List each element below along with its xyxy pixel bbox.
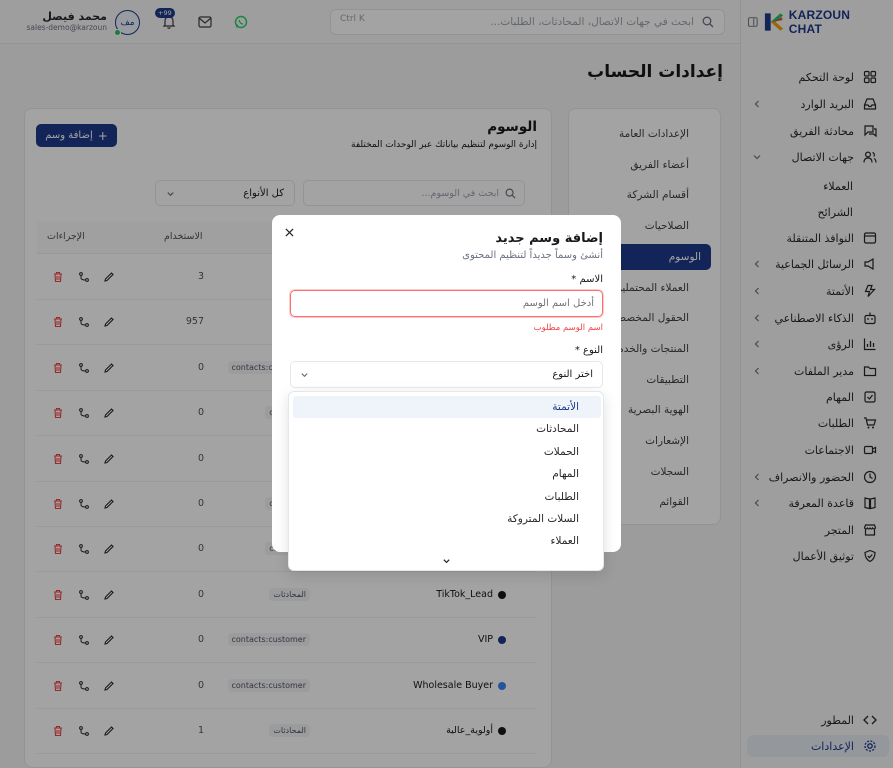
type-option[interactable]: المحادثات (293, 418, 601, 440)
modal-subtitle: أنشئ وسماً جديداً لتنظيم المحتوى (462, 250, 603, 261)
name-field-label: الاسم * (571, 274, 603, 285)
type-option[interactable]: الأتمتة (293, 396, 601, 418)
type-option[interactable]: المهام (293, 463, 601, 485)
type-option-label: الطلبات (544, 490, 579, 503)
type-option-label: المهام (552, 468, 579, 481)
type-option[interactable]: السلات المتروكة (293, 508, 601, 530)
type-option-label: العملاء (550, 535, 579, 548)
type-option[interactable]: الطلبات (293, 486, 601, 508)
close-icon[interactable] (285, 228, 294, 237)
type-options-dropdown: الأتمتة المحادثات الحملات المهام الطلبات السل… (288, 391, 604, 571)
scroll-down-icon[interactable] (442, 557, 451, 566)
tag-type-placeholder: اختر النوع (552, 369, 593, 380)
type-option-label: الحملات (543, 445, 579, 458)
tag-type-select[interactable]: اختر النوع (290, 361, 603, 388)
tag-name-input[interactable]: أدخل اسم الوسم (290, 290, 603, 317)
name-error-message: اسم الوسم مطلوب (533, 323, 603, 333)
type-field-label: النوع * (574, 345, 603, 356)
chevron-down-icon (301, 373, 308, 378)
type-option-label: الأتمتة (552, 401, 579, 413)
type-option[interactable]: الحملات (293, 441, 601, 463)
type-option[interactable]: العملاء (293, 530, 601, 552)
type-option-label: المحادثات (536, 423, 579, 436)
modal-title: إضافة وسم جديد (495, 231, 603, 246)
type-option-label: السلات المتروكة (507, 513, 579, 525)
tag-name-placeholder: أدخل اسم الوسم (522, 298, 594, 309)
